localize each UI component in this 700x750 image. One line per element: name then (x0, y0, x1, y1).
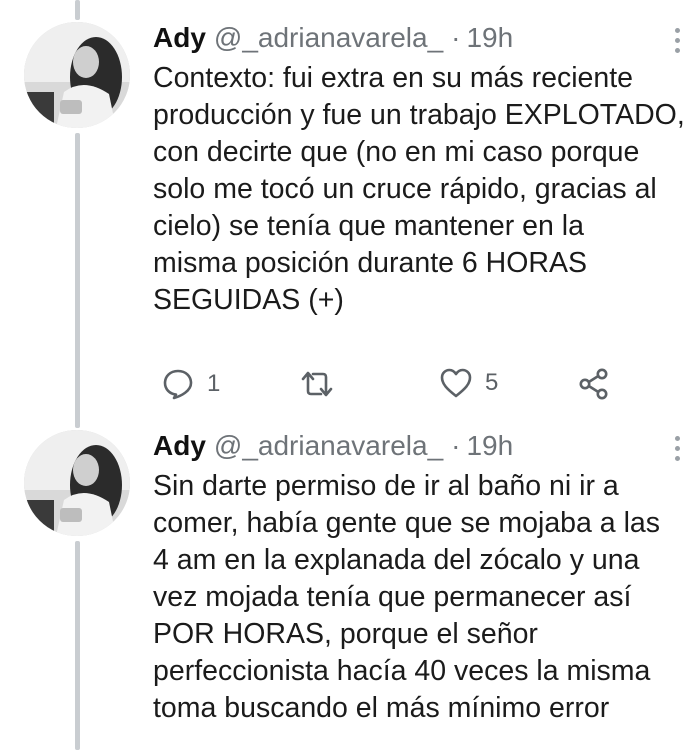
tweet[interactable]: Ady @_adrianavarela_ · 19h Contexto: fui… (0, 22, 700, 422)
like-icon (440, 368, 472, 398)
more-options-icon[interactable] (672, 436, 682, 461)
author-handle[interactable]: @_adrianavarela_ (214, 22, 443, 54)
tweet-header: Ady @_adrianavarela_ · 19h (153, 22, 513, 62)
like-button[interactable]: 5 (439, 367, 498, 399)
tweet-text: Sin darte permiso de ir al baño ni ir a … (153, 470, 661, 724)
tweet-thread: Ady @_adrianavarela_ · 19h Contexto: fui… (0, 0, 700, 750)
thread-line-top (75, 0, 80, 20)
author-name[interactable]: Ady (153, 22, 206, 54)
tweet-text: Contexto: fui extra en su más reciente p… (153, 62, 685, 316)
share-icon (579, 368, 608, 400)
separator-dot: · (451, 22, 461, 53)
reply-button[interactable]: 1 (161, 367, 220, 401)
tweet-header: Ady @_adrianavarela_ · 19h (153, 430, 513, 470)
author-handle[interactable]: @_adrianavarela_ (214, 430, 443, 462)
share-button[interactable] (577, 367, 611, 401)
timestamp[interactable]: 19h (466, 430, 513, 462)
timestamp[interactable]: 19h (466, 22, 513, 54)
retweet-button[interactable] (297, 367, 349, 401)
tweet-actions: 1 5 (153, 367, 653, 407)
tweet[interactable]: Ady @_adrianavarela_ · 19h Sin darte per… (0, 430, 700, 750)
separator-dot: · (451, 430, 461, 461)
avatar[interactable] (24, 22, 130, 128)
reply-count: 1 (207, 370, 221, 397)
retweet-icon (301, 371, 333, 397)
more-options-icon[interactable] (672, 28, 682, 53)
reply-icon (163, 369, 193, 400)
author-name[interactable]: Ady (153, 430, 206, 462)
like-count: 5 (485, 369, 499, 396)
avatar[interactable] (24, 430, 130, 536)
